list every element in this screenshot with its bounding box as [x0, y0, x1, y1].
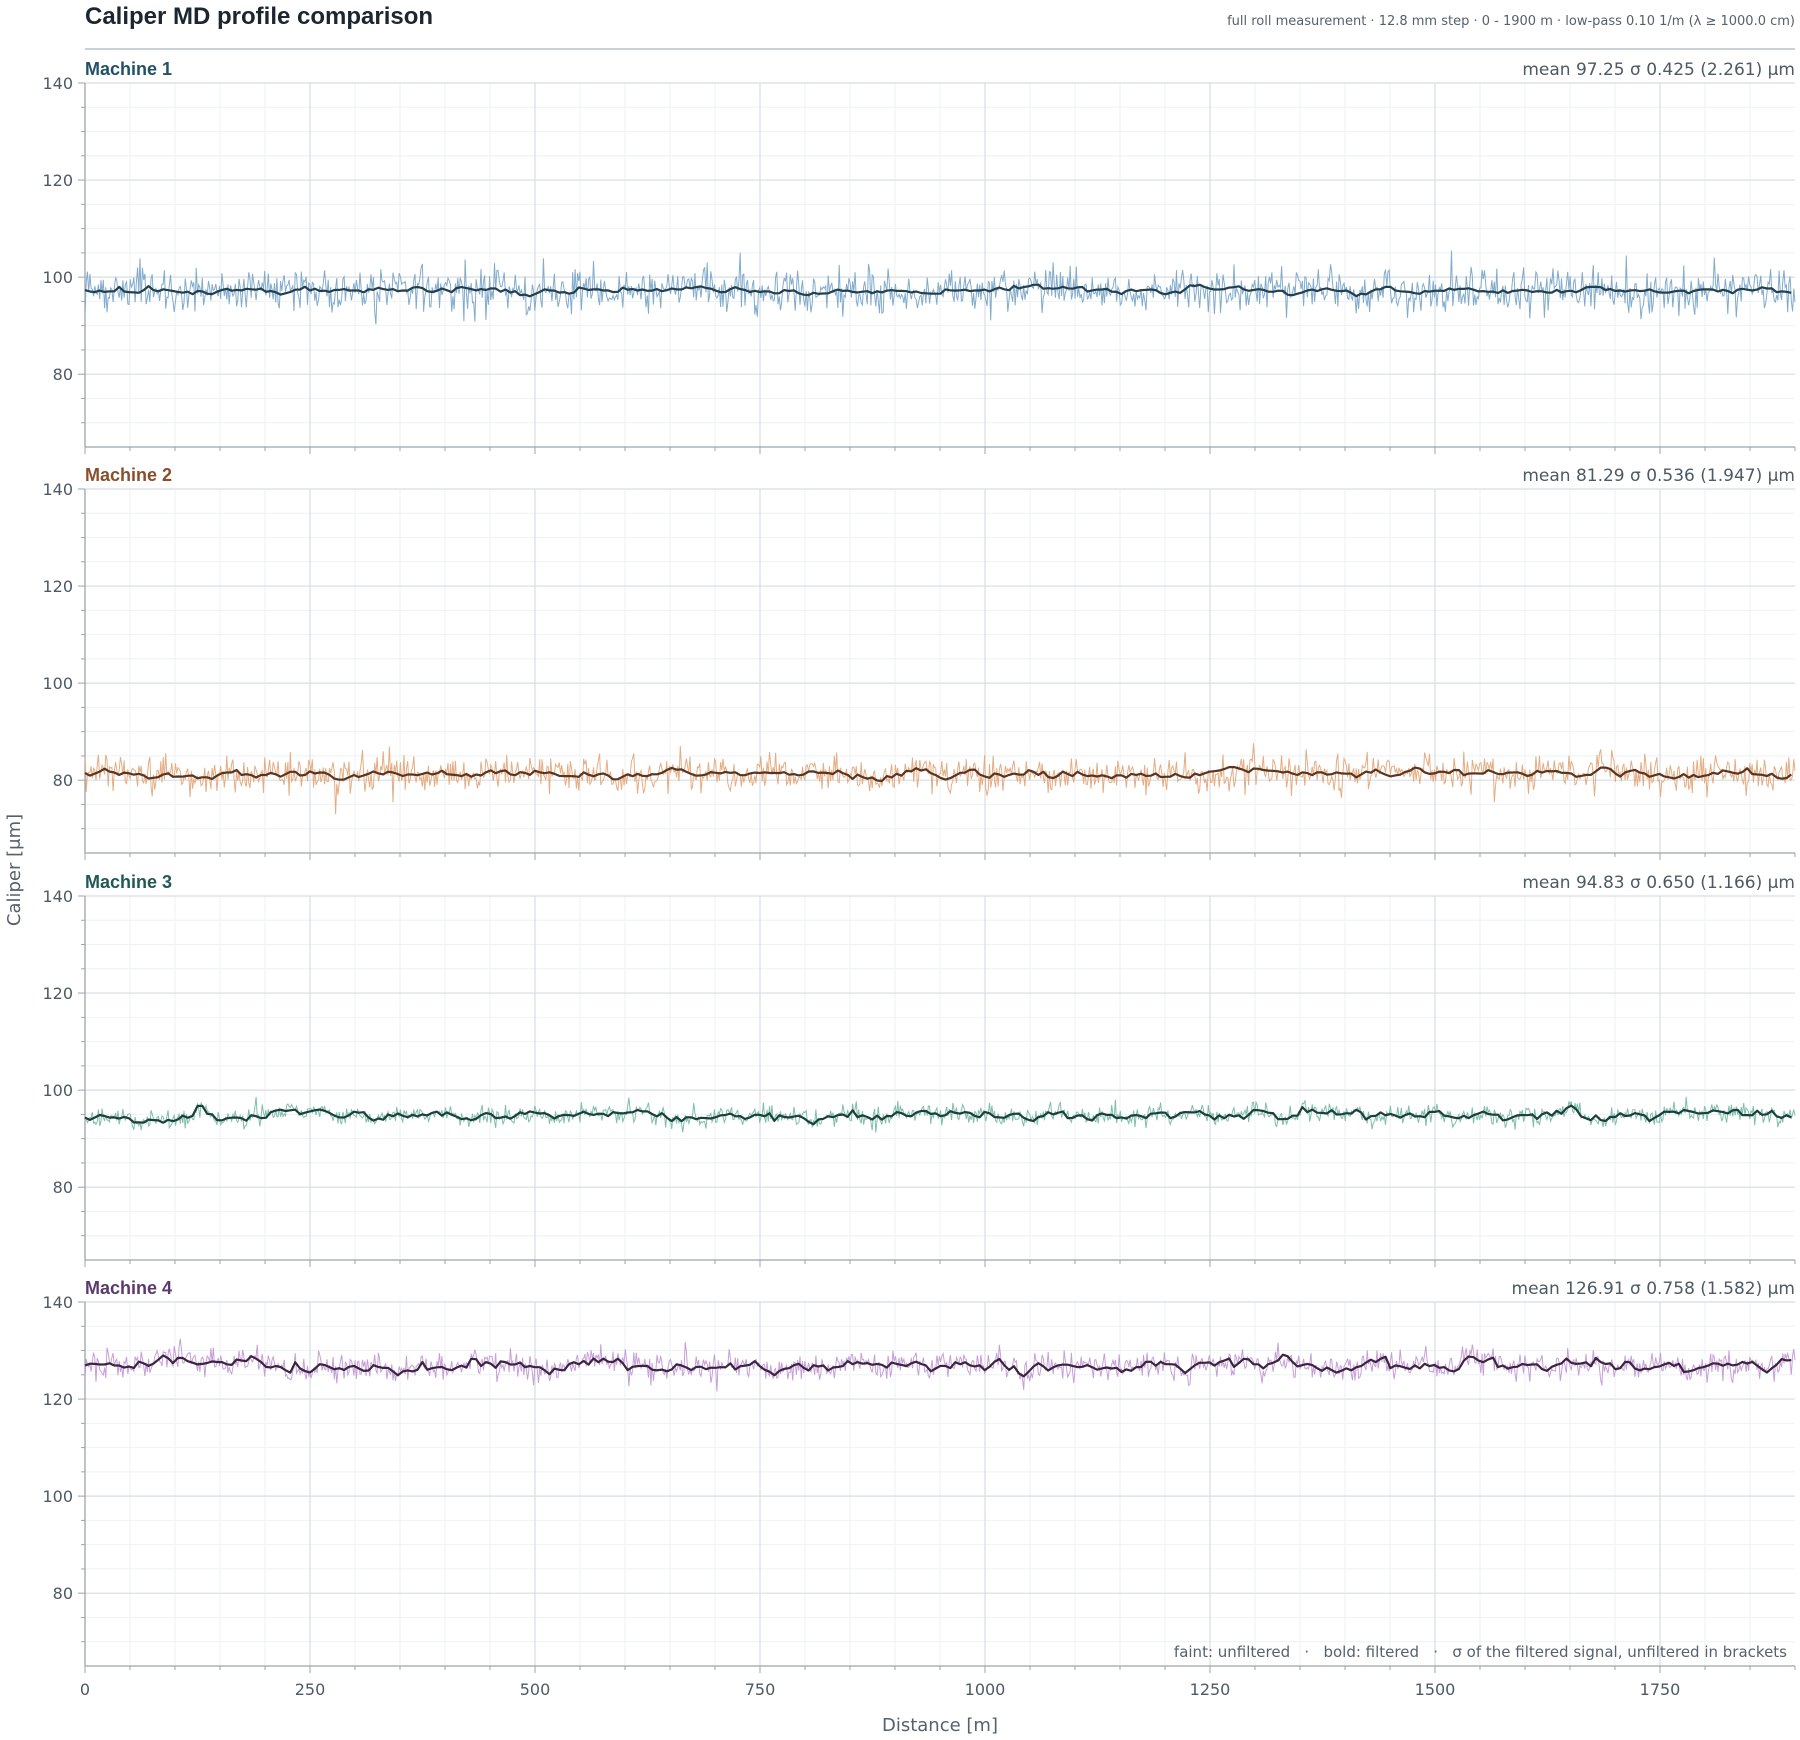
panel-machine-3: 80 100 120 140 Machine 3 mean 94.83 σ 0.650 (… [42, 872, 1796, 1267]
x-axis: 0 250 500 750 1000 1250 1500 1750 [80, 1680, 1680, 1699]
x-tick-label: 0 [80, 1680, 90, 1699]
y-tick-label: 140 [42, 74, 73, 93]
minor-grid [85, 83, 1795, 447]
y-tick-label: 100 [42, 1081, 73, 1100]
series-name: Machine 3 [85, 872, 172, 892]
series-stats: mean 81.29 σ 0.536 (1.947) μm [1522, 466, 1795, 486]
y-tick-label: 140 [42, 1293, 73, 1312]
x-tick-label: 750 [745, 1680, 776, 1699]
chart-title: Caliper MD profile comparison [85, 3, 433, 30]
y-axis-label: Caliper [μm] [4, 814, 25, 926]
footnote: faint: unfiltered · bold: filtered · σ o… [1174, 1643, 1787, 1661]
y-tick-label: 120 [42, 1390, 73, 1409]
y-tick-label: 80 [53, 365, 73, 384]
series-stats: mean 94.83 σ 0.650 (1.166) μm [1522, 873, 1795, 893]
y-tick-label: 120 [42, 577, 73, 596]
panels: 80 100 120 140 Machine 1 mean 97.25 σ 0.425 (… [42, 59, 1796, 1673]
series-name: Machine 1 [85, 59, 172, 79]
x-tick-label: 1500 [1415, 1680, 1456, 1699]
panel-machine-2: 80 100 120 140 Machine 2 mean 81.29 σ 0.536 (… [42, 465, 1796, 860]
series-stats: mean 97.25 σ 0.425 (2.261) μm [1522, 60, 1795, 80]
y-tick-label: 80 [53, 771, 73, 790]
x-tick-label: 1000 [965, 1680, 1006, 1699]
y-tick-label: 100 [42, 1487, 73, 1506]
chart-subtitle: full roll measurement · 12.8 mm step · 0… [1227, 14, 1795, 29]
x-tick-label: 1750 [1640, 1680, 1681, 1699]
y-tick-label: 140 [42, 887, 73, 906]
y-tick-label: 140 [42, 480, 73, 499]
y-tick-label: 80 [53, 1584, 73, 1603]
y-tick-label: 120 [42, 984, 73, 1003]
x-tick-label: 250 [295, 1680, 326, 1699]
panel-machine-4: 80 100 120 140 Machine 4 mean 126.91 σ 0.758 … [42, 1278, 1796, 1673]
caliper-chart: Caliper MD profile comparison full roll … [4, 3, 1796, 1736]
y-tick-label: 100 [42, 674, 73, 693]
y-tick-label: 80 [53, 1178, 73, 1197]
minor-grid [85, 896, 1795, 1260]
y-tick-label: 100 [42, 268, 73, 287]
series-stats: mean 126.91 σ 0.758 (1.582) μm [1512, 1279, 1795, 1299]
panel-machine-1: 80 100 120 140 Machine 1 mean 97.25 σ 0.425 (… [42, 59, 1796, 454]
y-tick-label: 120 [42, 171, 73, 190]
series-name: Machine 4 [85, 1278, 172, 1298]
x-axis-label: Distance [m] [882, 1715, 998, 1736]
minor-grid [85, 489, 1795, 853]
x-tick-label: 1250 [1190, 1680, 1231, 1699]
series-name: Machine 2 [85, 465, 172, 485]
x-tick-label: 500 [520, 1680, 551, 1699]
